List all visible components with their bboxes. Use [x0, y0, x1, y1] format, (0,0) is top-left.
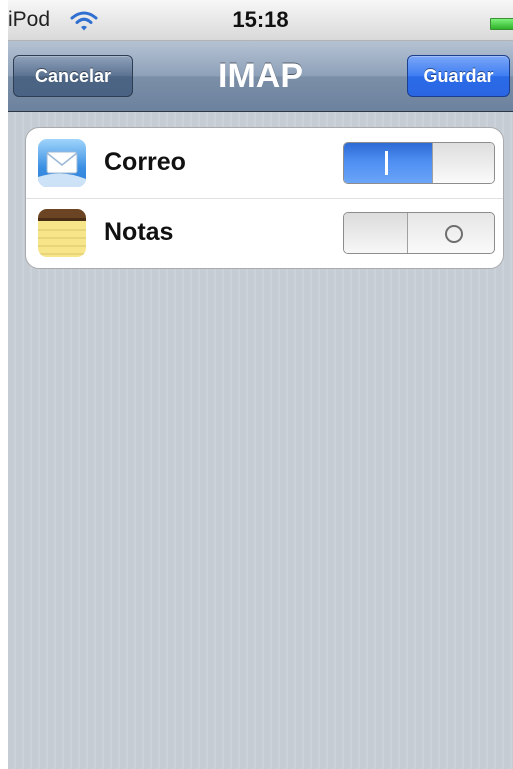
toggle-off-mark-icon — [445, 225, 463, 243]
toggle-on-mark-icon — [385, 151, 388, 175]
notes-icon — [38, 209, 86, 257]
status-time: 15:18 — [232, 7, 289, 32]
toggle-knob[interactable] — [344, 213, 408, 253]
toggle-knob[interactable] — [432, 143, 494, 183]
save-button[interactable]: Guardar — [407, 55, 510, 97]
settings-row-notes: Notas — [26, 198, 503, 268]
mail-toggle[interactable] — [343, 142, 495, 184]
settings-group: Correo Notas — [25, 127, 504, 269]
notes-toggle[interactable] — [343, 212, 495, 254]
ios-screen: iPod 15:18 Cancelar IMAP Guardar Correo … — [8, 0, 513, 769]
battery-icon — [490, 18, 513, 30]
settings-row-mail: Correo — [26, 128, 503, 199]
mail-icon — [38, 139, 86, 187]
navigation-bar: Cancelar IMAP Guardar — [8, 41, 513, 112]
toggle-on-track — [344, 143, 432, 183]
mail-label: Correo — [104, 148, 186, 176]
status-bar: iPod 15:18 — [8, 0, 513, 41]
notes-label: Notas — [104, 218, 174, 246]
